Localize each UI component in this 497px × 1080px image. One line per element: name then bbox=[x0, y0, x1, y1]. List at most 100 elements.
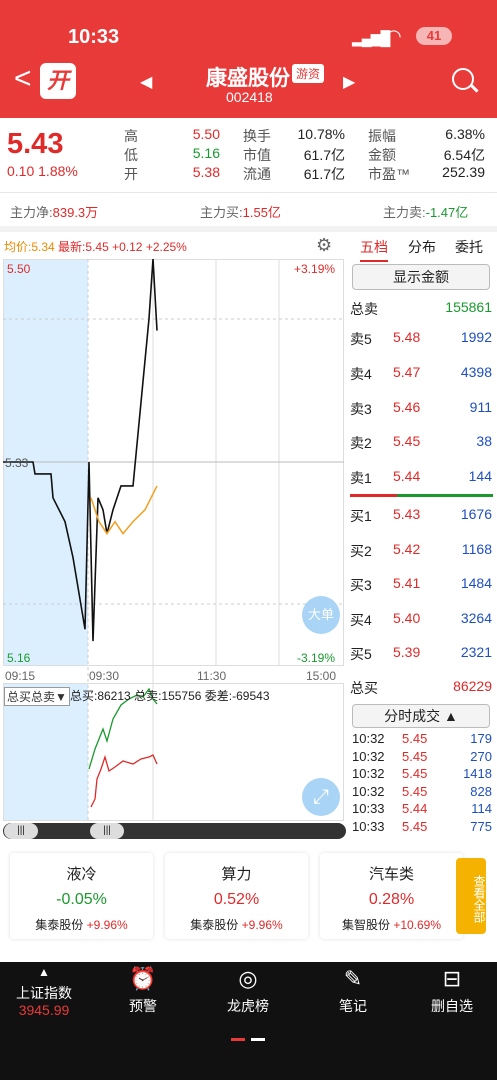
sells-level-price: 5.48 bbox=[393, 329, 421, 345]
search-icon[interactable] bbox=[452, 68, 474, 90]
tab-alert[interactable]: 预警 bbox=[103, 996, 183, 1016]
tick-qty: 114 bbox=[471, 801, 492, 817]
battery-icon: 41 bbox=[416, 27, 452, 45]
range-handle-right[interactable]: ||| bbox=[90, 823, 124, 839]
tick-time: 10:33 bbox=[352, 801, 385, 817]
page-indicator bbox=[251, 1038, 265, 1041]
pe-value: 252.39 bbox=[442, 164, 485, 180]
prev-stock-icon[interactable]: ◀ bbox=[140, 72, 152, 92]
amount-label: 金额 bbox=[368, 147, 396, 163]
buys-level-price: 5.39 bbox=[393, 644, 421, 660]
tab-distribution[interactable]: 分布 bbox=[408, 237, 436, 257]
sells-level-label: 卖1 bbox=[350, 470, 372, 487]
big-order-button[interactable]: 大单 bbox=[302, 596, 340, 634]
range-handle-left[interactable]: ||| bbox=[4, 823, 38, 839]
intraday-chart[interactable] bbox=[3, 259, 344, 822]
buys-level-qty: 1168 bbox=[461, 540, 492, 557]
turnover-label: 换手 bbox=[243, 128, 271, 144]
buys-level-label: 买5 bbox=[350, 646, 372, 662]
buy-bar bbox=[397, 494, 493, 497]
tab-level5[interactable]: 五档 bbox=[360, 237, 388, 262]
sells-level-label: 卖2 bbox=[350, 435, 372, 452]
main-buy-flow: 主力买:1.55亿 bbox=[200, 205, 281, 220]
tick-qty: 1418 bbox=[463, 766, 492, 782]
sells-level-price: 5.46 bbox=[393, 398, 421, 415]
expand-icon[interactable]: ⤢ bbox=[302, 778, 340, 816]
avg-series-line bbox=[90, 485, 158, 535]
float-value: 61.7亿 bbox=[303, 166, 345, 182]
tick-price: 5.45 bbox=[402, 766, 428, 782]
view-all-button[interactable]: 查看全部 bbox=[456, 858, 486, 934]
current-price: 5.43 bbox=[7, 128, 64, 160]
tick-price: 5.45 bbox=[402, 731, 428, 746]
buys-level-price: 5.43 bbox=[393, 506, 421, 522]
sector-leader: 集智股份 +10.69% bbox=[341, 918, 442, 932]
target-icon[interactable]: ◎ bbox=[208, 966, 288, 992]
status-time: 10:33 bbox=[68, 26, 120, 48]
sub-indicator-select[interactable]: 总买总卖▼ bbox=[4, 687, 70, 706]
wifi-icon: ◠ bbox=[386, 26, 402, 46]
tick-price: 5.45 bbox=[402, 783, 428, 799]
sector-card[interactable]: 液冷 -0.05% 集泰股份 +9.96% bbox=[10, 853, 153, 939]
sector-card[interactable]: 汽车类 0.28% 集智股份 +10.69% bbox=[320, 853, 463, 939]
tick-time: 10:32 bbox=[352, 731, 385, 746]
buys-level-label: 买3 bbox=[350, 577, 372, 593]
tab-remove-watch[interactable]: 删自选 bbox=[412, 996, 492, 1016]
avg-price-line bbox=[90, 485, 158, 535]
ticks-toggle-button[interactable]: 分时成交 ▲ bbox=[352, 704, 490, 728]
total-buy-label: 总买 bbox=[350, 680, 378, 696]
pe-label: 市盈™ bbox=[368, 166, 410, 182]
stock-code: 002418 bbox=[226, 89, 273, 105]
next-stock-icon[interactable]: ▶ bbox=[343, 72, 355, 92]
divider bbox=[0, 226, 497, 232]
buys-level-qty: 1676 bbox=[460, 506, 492, 522]
sells-level-qty: 4398 bbox=[460, 363, 492, 380]
time-label-open: 09:30 bbox=[89, 669, 120, 683]
tab-dragon-tiger[interactable]: 龙虎榜 bbox=[208, 996, 288, 1016]
index-arrow-icon: ▲ bbox=[38, 965, 50, 979]
sells-level-label: 卖3 bbox=[350, 400, 372, 417]
open-account-logo[interactable]: 开 bbox=[40, 63, 76, 99]
note-icon[interactable]: ✎ bbox=[313, 966, 393, 992]
index-value: 3945.99 bbox=[18, 1002, 70, 1018]
sector-leader: 集泰股份 +9.96% bbox=[35, 918, 128, 932]
amplitude-label: 振幅 bbox=[368, 128, 396, 144]
tick-price: 5.45 bbox=[402, 819, 428, 834]
price-change: 0.10 1.88% bbox=[7, 163, 78, 179]
tab-orders[interactable]: 委托 bbox=[455, 237, 483, 257]
settings-icon[interactable]: ⚙ bbox=[316, 235, 332, 256]
mid-price-label: 5.33 bbox=[5, 456, 29, 470]
total-buy-line bbox=[90, 754, 158, 808]
sells-level-qty: 911 bbox=[469, 398, 492, 415]
high-label: 高 bbox=[124, 128, 138, 144]
time-label-noon: 11:30 bbox=[197, 669, 227, 683]
tab-notes[interactable]: 笔记 bbox=[313, 996, 393, 1016]
buys-level-label: 买4 bbox=[350, 611, 372, 628]
buys-level-label: 买1 bbox=[350, 508, 372, 524]
buys-level-qty: 1484 bbox=[460, 575, 492, 591]
main-sell-flow: 主力卖:-1.47亿 bbox=[383, 205, 469, 220]
tick-time: 10:32 bbox=[352, 766, 385, 782]
buys-level-price: 5.42 bbox=[393, 540, 421, 557]
stock-tag: 游资 bbox=[292, 64, 325, 83]
alarm-icon[interactable]: ⏰ bbox=[103, 966, 183, 992]
sells-level-price: 5.45 bbox=[393, 433, 421, 450]
sells-level-label: 卖5 bbox=[350, 331, 372, 347]
buys-level-label: 买2 bbox=[350, 542, 372, 559]
amount-value: 6.54亿 bbox=[443, 147, 485, 163]
main-net-flow: 主力净:839.3万 bbox=[10, 205, 99, 220]
show-amount-button[interactable]: 显示金额 bbox=[352, 264, 490, 290]
range-scrollbar[interactable] bbox=[3, 823, 346, 839]
sector-name: 算力 bbox=[221, 866, 252, 883]
remove-icon[interactable]: ⊟ bbox=[412, 966, 492, 992]
sells-level-price: 5.47 bbox=[393, 363, 421, 380]
sector-name: 汽车类 bbox=[368, 866, 414, 883]
index-name[interactable]: 上证指数 bbox=[4, 983, 84, 1003]
low-label: 低 bbox=[124, 147, 138, 163]
float-label: 流通 bbox=[243, 166, 271, 182]
back-icon[interactable]: < bbox=[14, 64, 32, 94]
total-sell-label: 总卖 bbox=[350, 301, 378, 317]
sector-card[interactable]: 算力 0.52% 集泰股份 +9.96% bbox=[165, 853, 308, 939]
time-label-close: 15:00 bbox=[306, 669, 337, 683]
tick-time: 10:32 bbox=[352, 748, 385, 764]
